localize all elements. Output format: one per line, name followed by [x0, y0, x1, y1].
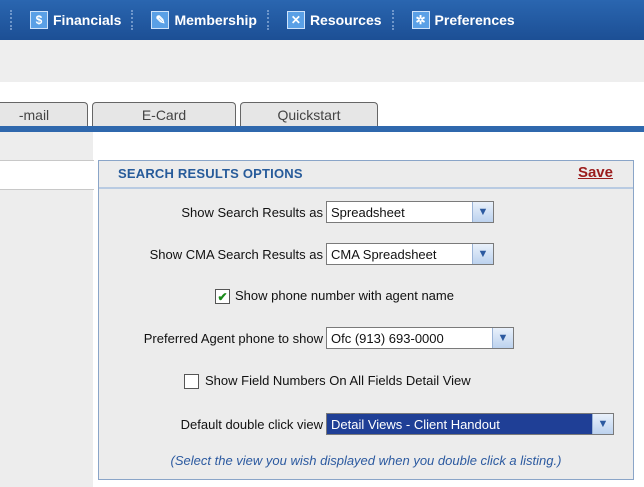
tab-underline: [0, 126, 644, 132]
tab-label: -mail: [18, 107, 50, 123]
search-results-select[interactable]: Spreadsheet ▼: [326, 201, 494, 223]
badge-icon: ✎: [151, 11, 170, 29]
chevron-down-icon: ▼: [472, 244, 493, 264]
tab-label: E-Card: [141, 107, 187, 123]
gear-icon: ✲: [411, 11, 430, 29]
phone-number-checkbox-label: Show phone number with agent name: [235, 288, 454, 303]
search-results-label: Show Search Results as: [181, 205, 323, 220]
nav-item-financials[interactable]: $ Financials: [30, 11, 121, 29]
nav-item-membership[interactable]: ✎ Membership: [151, 11, 257, 29]
cma-results-label: Show CMA Search Results as: [149, 247, 323, 262]
tab-email[interactable]: -mail: [0, 102, 88, 127]
section-divider: [99, 187, 633, 189]
nav-label: Resources: [309, 12, 382, 28]
section-title: SEARCH RESULTS OPTIONS: [118, 166, 303, 181]
phone-number-checkbox[interactable]: ✔: [215, 289, 230, 304]
tab-label: Quickstart: [277, 107, 341, 123]
search-results-options-panel: SEARCH RESULTS OPTIONS Save Show Search …: [98, 160, 634, 480]
tab-row: -mail E-Card Quickstart: [0, 102, 644, 127]
agent-phone-label: Preferred Agent phone to show: [143, 331, 323, 346]
tab-ecard[interactable]: E-Card: [92, 102, 236, 127]
select-value: Detail Views - Client Handout: [331, 416, 500, 432]
cma-results-select[interactable]: CMA Spreadsheet ▼: [326, 243, 494, 265]
select-value: Spreadsheet: [331, 204, 405, 220]
dollar-icon: $: [30, 11, 48, 29]
tab-quickstart[interactable]: Quickstart: [240, 102, 378, 127]
nav-separator: [10, 10, 20, 30]
nav-label: Financials: [53, 12, 122, 28]
nav-separator: [131, 10, 141, 30]
nav-label: Membership: [174, 12, 257, 28]
nav-item-preferences[interactable]: ✲ Preferences: [411, 11, 515, 29]
tools-icon: ✕: [286, 11, 305, 29]
double-click-hint: (Select the view you wish displayed when…: [170, 453, 562, 468]
select-value: Ofc (913) 693-0000: [331, 330, 444, 346]
check-icon: ✔: [217, 289, 228, 304]
left-panel-header: [0, 160, 94, 190]
nav-separator: [266, 10, 277, 30]
field-numbers-checkbox[interactable]: [184, 374, 199, 389]
double-click-label: Default double click view: [180, 417, 323, 432]
nav-label: Preferences: [434, 12, 515, 28]
nav-separator: [391, 10, 402, 30]
agent-phone-select[interactable]: Ofc (913) 693-0000 ▼: [326, 327, 514, 349]
top-nav: $ Financials ✎ Membership ✕ Resources ✲ …: [0, 0, 644, 40]
chevron-down-icon: ▼: [472, 202, 493, 222]
sub-header-bar: [0, 40, 644, 82]
double-click-view-select[interactable]: Detail Views - Client Handout ▼: [326, 413, 614, 435]
chevron-down-icon: ▼: [592, 414, 613, 434]
left-panel: [0, 132, 94, 487]
select-value: CMA Spreadsheet: [331, 246, 437, 262]
nav-item-resources[interactable]: ✕ Resources: [286, 11, 382, 29]
save-link[interactable]: Save: [578, 164, 613, 181]
field-numbers-checkbox-label: Show Field Numbers On All Fields Detail …: [205, 373, 471, 388]
chevron-down-icon: ▼: [492, 328, 513, 348]
